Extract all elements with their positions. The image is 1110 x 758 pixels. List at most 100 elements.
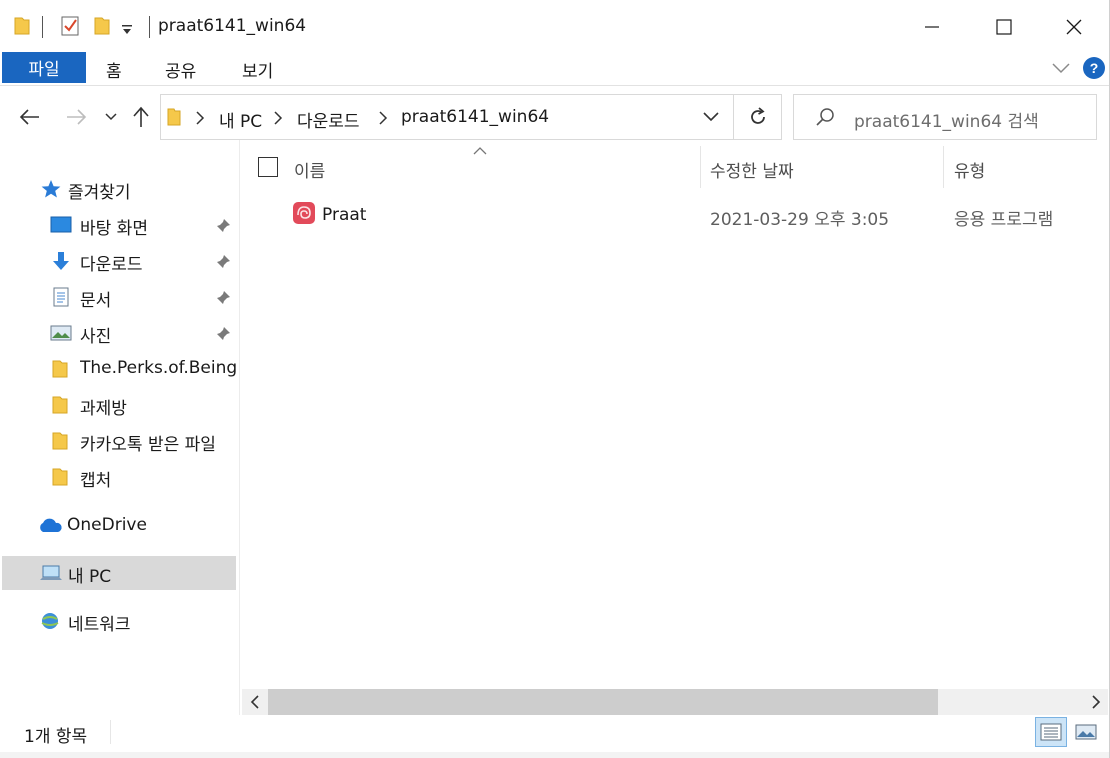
folder-icon <box>52 396 68 414</box>
arrow-up-icon <box>133 106 149 127</box>
network-icon <box>41 613 59 629</box>
column-divider[interactable] <box>943 146 944 188</box>
quick-access-dropdown-icon[interactable] <box>121 24 133 36</box>
column-header-date-modified[interactable]: 수정한 날짜 <box>710 157 794 182</box>
sidebar-item-label: 사진 <box>80 327 112 347</box>
file-type: 응용 프로그램 <box>954 210 1054 230</box>
desktop-icon <box>50 216 72 233</box>
sidebar-item-pictures[interactable]: 사진 <box>0 316 240 350</box>
details-view-button[interactable] <box>1035 717 1067 747</box>
properties-icon[interactable] <box>60 15 80 37</box>
sidebar-item-label: 과제방 <box>80 399 127 419</box>
chevron-right-icon <box>1092 695 1101 709</box>
minimize-icon <box>925 26 939 28</box>
tab-share[interactable]: 공유 <box>165 57 196 82</box>
laptop-icon <box>40 565 62 580</box>
new-folder-icon[interactable] <box>94 16 110 36</box>
sidebar-item-quick-access[interactable]: 즐겨찾기 <box>0 172 240 206</box>
download-arrow-icon <box>53 252 69 270</box>
pin-icon[interactable] <box>215 254 231 270</box>
expand-ribbon-icon[interactable] <box>1050 60 1072 76</box>
folder-icon <box>14 17 30 35</box>
sidebar-item-downloads[interactable]: 다운로드 <box>0 244 240 278</box>
search-icon <box>816 108 834 126</box>
tab-home[interactable]: 홈 <box>106 57 122 82</box>
file-date-modified: 2021-03-29 오후 3:05 <box>710 210 890 230</box>
scroll-right-button[interactable] <box>1087 693 1105 711</box>
sidebar-item-label: 카카오톡 받은 파일 <box>80 435 216 455</box>
breadcrumb-this-pc[interactable]: 내 PC <box>219 107 262 132</box>
pin-icon[interactable] <box>215 218 231 234</box>
item-count: 1개 항목 <box>24 727 88 747</box>
sidebar-item-this-pc[interactable]: 내 PC <box>2 556 236 590</box>
column-header-name[interactable]: 이름 <box>294 157 325 182</box>
close-icon <box>1066 19 1082 35</box>
sidebar-item-desktop[interactable]: 바탕 화면 <box>0 208 240 242</box>
refresh-icon[interactable] <box>746 105 770 129</box>
chevron-left-icon <box>250 695 259 709</box>
star-icon <box>41 180 61 198</box>
sidebar-item-label: 캡처 <box>80 471 112 491</box>
sidebar-item-network[interactable]: 네트워크 <box>0 604 240 638</box>
pin-icon[interactable] <box>215 290 231 306</box>
file-explorer-window: praat6141_win64 파일 홈 공유 보기 ? 내 PC 다운로드 p… <box>0 0 1110 758</box>
scrollbar-thumb[interactable] <box>268 689 938 715</box>
back-button[interactable] <box>17 104 43 130</box>
sidebar-item-perks-folder[interactable]: The.Perks.of.Being.a <box>0 352 240 386</box>
chevron-right-icon[interactable] <box>194 110 206 126</box>
arrow-right-icon <box>67 109 87 125</box>
forward-button[interactable] <box>63 104 89 130</box>
pictures-icon <box>50 325 72 341</box>
toolbar-separator <box>149 16 150 38</box>
toolbar-separator <box>42 16 43 38</box>
recent-locations-button[interactable] <box>98 104 124 130</box>
chevron-right-icon[interactable] <box>272 110 284 126</box>
breadcrumb-current-folder[interactable]: praat6141_win64 <box>401 107 549 127</box>
tab-view[interactable]: 보기 <box>242 57 273 82</box>
sidebar-item-label: 즐겨찾기 <box>68 183 131 203</box>
folder-icon <box>52 468 68 486</box>
maximize-button[interactable] <box>974 8 1034 46</box>
thumbnail-view-icon <box>1075 724 1097 740</box>
column-divider[interactable] <box>700 146 701 188</box>
address-divider <box>733 95 734 139</box>
sidebar-item-documents[interactable]: 문서 <box>0 280 240 314</box>
scroll-left-button[interactable] <box>246 693 264 711</box>
cloud-icon <box>40 518 62 532</box>
large-icons-view-button[interactable] <box>1071 717 1101 747</box>
close-button[interactable] <box>1044 8 1104 46</box>
chevron-right-icon[interactable] <box>377 110 389 126</box>
sidebar-item-kakaotalk-folder[interactable]: 카카오톡 받은 파일 <box>0 424 240 458</box>
chevron-down-icon <box>105 113 117 121</box>
sidebar-item-capture-folder[interactable]: 캡처 <box>0 460 240 494</box>
window-bottom-edge <box>0 752 1109 758</box>
maximize-icon <box>996 19 1012 35</box>
sidebar-item-label: OneDrive <box>67 515 147 535</box>
folder-icon <box>52 432 68 450</box>
window-title: praat6141_win64 <box>158 16 307 36</box>
folder-icon <box>52 360 68 378</box>
minimize-button[interactable] <box>902 8 962 46</box>
sort-ascending-icon <box>473 147 487 155</box>
praat-app-icon <box>293 202 315 224</box>
search-input[interactable]: praat6141_win64 검색 <box>854 107 1039 132</box>
select-all-checkbox[interactable] <box>258 157 278 177</box>
help-button[interactable]: ? <box>1083 57 1105 79</box>
document-icon <box>53 287 69 307</box>
breadcrumb-downloads[interactable]: 다운로드 <box>297 107 360 132</box>
sidebar-item-label: 문서 <box>80 291 112 311</box>
folder-icon <box>167 108 181 126</box>
sidebar-item-assignment-folder[interactable]: 과제방 <box>0 388 240 422</box>
sidebar-item-label: 바탕 화면 <box>80 219 148 239</box>
up-button[interactable] <box>128 104 154 130</box>
details-view-icon <box>1040 723 1062 741</box>
sidebar-item-label: The.Perks.of.Being.a <box>80 358 238 378</box>
tab-file[interactable]: 파일 <box>2 52 86 83</box>
arrow-left-icon <box>19 109 39 125</box>
pin-icon[interactable] <box>215 326 231 342</box>
address-history-chevron-icon[interactable] <box>700 109 722 125</box>
column-header-type[interactable]: 유형 <box>954 157 985 182</box>
sidebar-item-label: 내 PC <box>68 567 112 587</box>
sidebar-item-onedrive[interactable]: OneDrive <box>0 509 240 543</box>
file-name[interactable]: Praat <box>322 205 366 225</box>
